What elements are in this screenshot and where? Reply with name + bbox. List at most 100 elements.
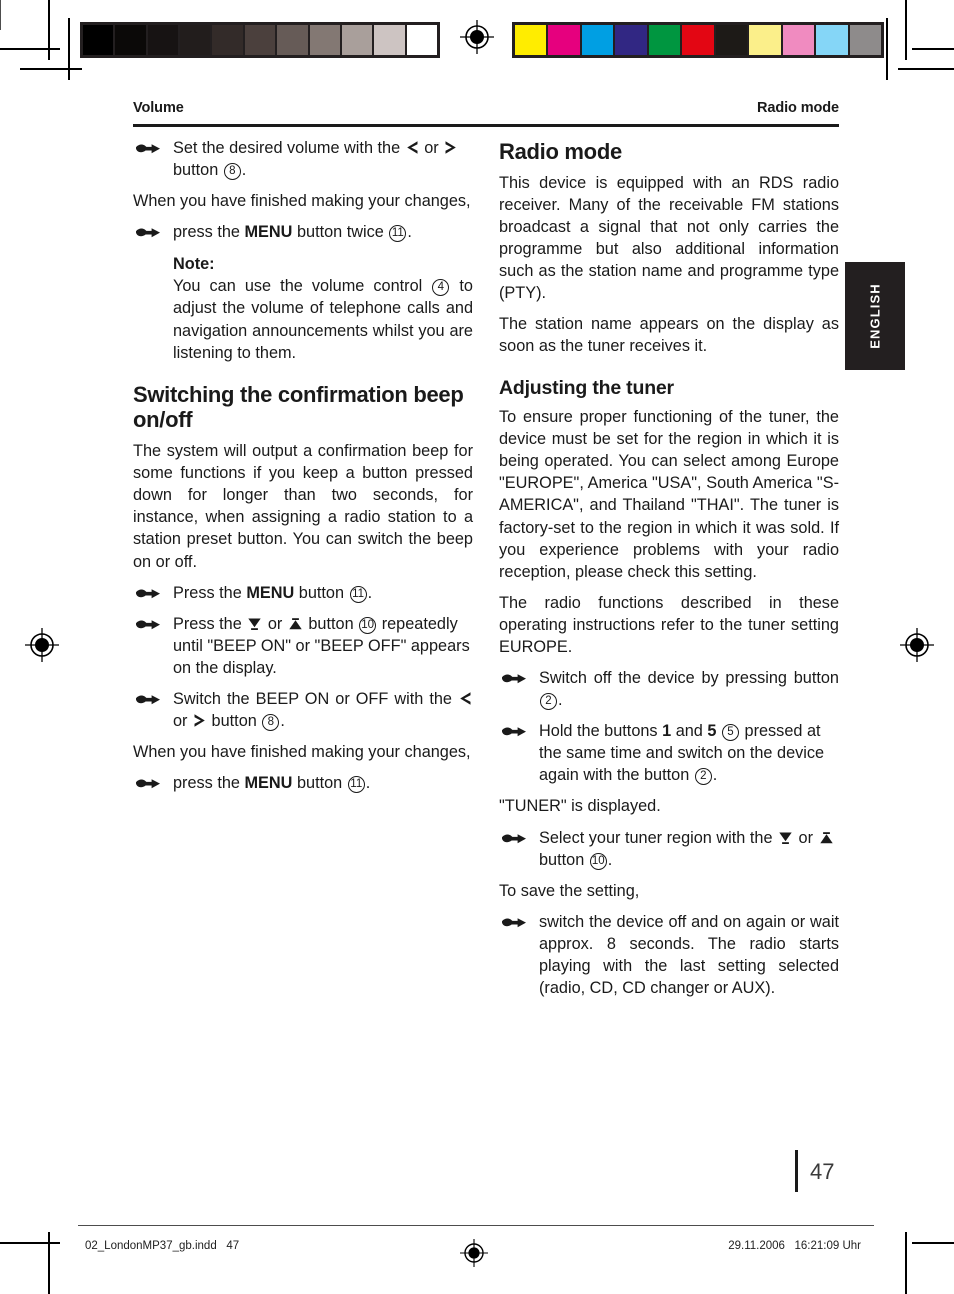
bullet-text-a: press the (173, 223, 245, 242)
arrow-up-bar-icon (819, 831, 834, 845)
bullet-press-up-down: Press the or button 10 repeatedly until … (133, 613, 473, 679)
arrow-down-bar-icon (247, 617, 262, 631)
arrow-down-bar-icon (778, 831, 793, 845)
arrow-left-icon (459, 691, 472, 706)
bullet-text-b: or (173, 712, 193, 731)
calibration-swatch-10 (406, 25, 437, 55)
paragraph-beep-intro: The system will output a confirmation be… (133, 442, 473, 571)
bullet-text-d: . (607, 850, 613, 869)
bullet-text-b: button (294, 583, 349, 602)
button-reference-5: 5 (721, 724, 739, 742)
language-tab-label: ENGLISH (867, 283, 883, 349)
bullet-text-a: Press the (173, 614, 247, 633)
bullet-text-c: button (539, 850, 589, 869)
color-calibration-bar (512, 22, 884, 58)
paragraph-to-save-setting: To save the setting, (499, 881, 640, 900)
bullet-text-b: button twice (292, 223, 389, 242)
bullet-text-d: . (712, 766, 718, 785)
bullet-press-menu-final: press the MENU button 11. (133, 772, 473, 794)
running-head-left: Volume (133, 100, 184, 116)
calibration-swatch-3 (180, 25, 211, 55)
button-reference-8: 8 (223, 163, 241, 181)
bullet-set-volume: Set the desired volume with the or butto… (133, 137, 473, 181)
bullet-switch-beep: Switch the BEEP ON or OFF with the or bu… (133, 688, 473, 732)
paragraph-finished-changes-1: When you have finished making your chang… (133, 192, 471, 211)
calibration-swatch-0 (515, 25, 547, 55)
pointing-hand-icon (135, 143, 161, 156)
paragraph-europe-setting: The radio functions described in these o… (499, 593, 839, 656)
calibration-swatch-2 (581, 25, 614, 55)
calibration-swatch-4 (648, 25, 681, 55)
menu-button-label: MENU (246, 583, 295, 602)
crop-mark-top-left-vertical (48, 0, 50, 60)
paragraph-finished-changes-2: When you have finished making your chang… (133, 743, 471, 762)
bullet-text-b: and (671, 722, 708, 741)
bullet-text-b: or (794, 828, 818, 847)
pointing-hand-icon (135, 588, 161, 601)
note-text-a: You can use the volume control (173, 277, 432, 296)
crop-mark-bottom-right-horizontal (912, 1242, 954, 1244)
bullet-text-c: . (407, 223, 412, 242)
bullet-text-b: or (263, 614, 287, 633)
language-tab-english: ENGLISH (845, 262, 905, 370)
bullet-switch-off-device: Switch off the device by pressing button… (499, 667, 839, 711)
bullet-text: switch the device off and on again or wa… (539, 912, 839, 997)
running-head: Volume Radio mode (133, 100, 839, 116)
pointing-hand-icon (135, 778, 161, 791)
crop-mark-top-right-vertical (905, 0, 907, 60)
button-reference-2: 2 (540, 693, 557, 711)
button-reference-10: 10 (359, 616, 377, 634)
paragraph-rds: This device is equipped with an RDS radi… (499, 173, 839, 303)
bullet-text-a: Switch off the device by pressing button (539, 669, 839, 688)
bullet-text-a: Hold the buttons (539, 722, 663, 741)
preset-button-1-label: 1 (662, 722, 672, 741)
registration-mark-footer (460, 1239, 488, 1267)
arrow-up-bar-icon (288, 617, 303, 631)
bullet-text-a: Set the desired volume with the (173, 139, 405, 157)
crop-mark-top-right-inner-vertical (886, 18, 888, 80)
grayscale-calibration-bar (80, 22, 440, 58)
bullet-text-b: . (558, 691, 563, 710)
heading-radio-mode: Radio mode (499, 139, 622, 164)
header-divider (133, 124, 839, 127)
bullet-switch-off-and-on: switch the device off and on again or wa… (499, 911, 839, 999)
footer-filename: 02_LondonMP37_gb.indd 47 (85, 1240, 240, 1252)
bullet-text-d: . (280, 712, 285, 731)
bullet-hold-buttons: Hold the buttons 1 and 5 5 pressed at th… (499, 720, 839, 786)
button-reference-2: 2 (694, 768, 712, 786)
calibration-swatch-10 (849, 25, 881, 55)
note-body: You can use the volume control 4 to adju… (173, 275, 473, 363)
calibration-swatch-4 (212, 25, 243, 55)
calibration-swatch-9 (816, 25, 848, 55)
bullet-text-d: . (241, 161, 247, 180)
bullet-text-c: button (303, 614, 359, 633)
pointing-hand-icon (135, 227, 161, 240)
calibration-swatch-7 (309, 25, 340, 55)
bullet-text-a: Switch the BEEP ON or OFF with the (173, 689, 458, 708)
pointing-hand-icon (501, 726, 527, 739)
arrow-left-icon (406, 140, 419, 155)
calibration-swatch-1 (115, 25, 146, 55)
pointing-hand-icon (501, 833, 527, 846)
menu-button-label: MENU (244, 774, 293, 793)
running-head-right: Radio mode (757, 100, 839, 116)
footer-divider-line (78, 1225, 874, 1227)
registration-mark-top-center (460, 20, 494, 54)
menu-button-label: MENU (244, 223, 293, 242)
bullet-press-menu: Press the MENU button 11. (133, 582, 473, 604)
bullet-text-b: button (292, 774, 347, 793)
paragraph-station-name: The station name appears on the display … (499, 315, 839, 356)
calibration-swatch-0 (83, 25, 114, 55)
crop-mark-top-left-horizontal (0, 48, 60, 50)
button-reference-10: 10 (589, 852, 607, 870)
arrow-right-icon (444, 140, 457, 155)
paragraph-region-selection: To ensure proper functioning of the tune… (499, 408, 839, 581)
button-reference-8: 8 (262, 714, 280, 732)
right-text-column: Radio mode This device is equipped with … (499, 137, 839, 1008)
footer-timestamp: 29.11.2006 16:21:09 Uhr (728, 1240, 861, 1252)
pointing-hand-icon (135, 619, 161, 632)
preset-button-5-label: 5 (707, 722, 717, 741)
bullet-text-c: . (367, 583, 373, 602)
heading-switching-confirmation-beep: Switching the confirmation beep on/off (133, 381, 464, 433)
calibration-swatch-6 (277, 25, 308, 55)
